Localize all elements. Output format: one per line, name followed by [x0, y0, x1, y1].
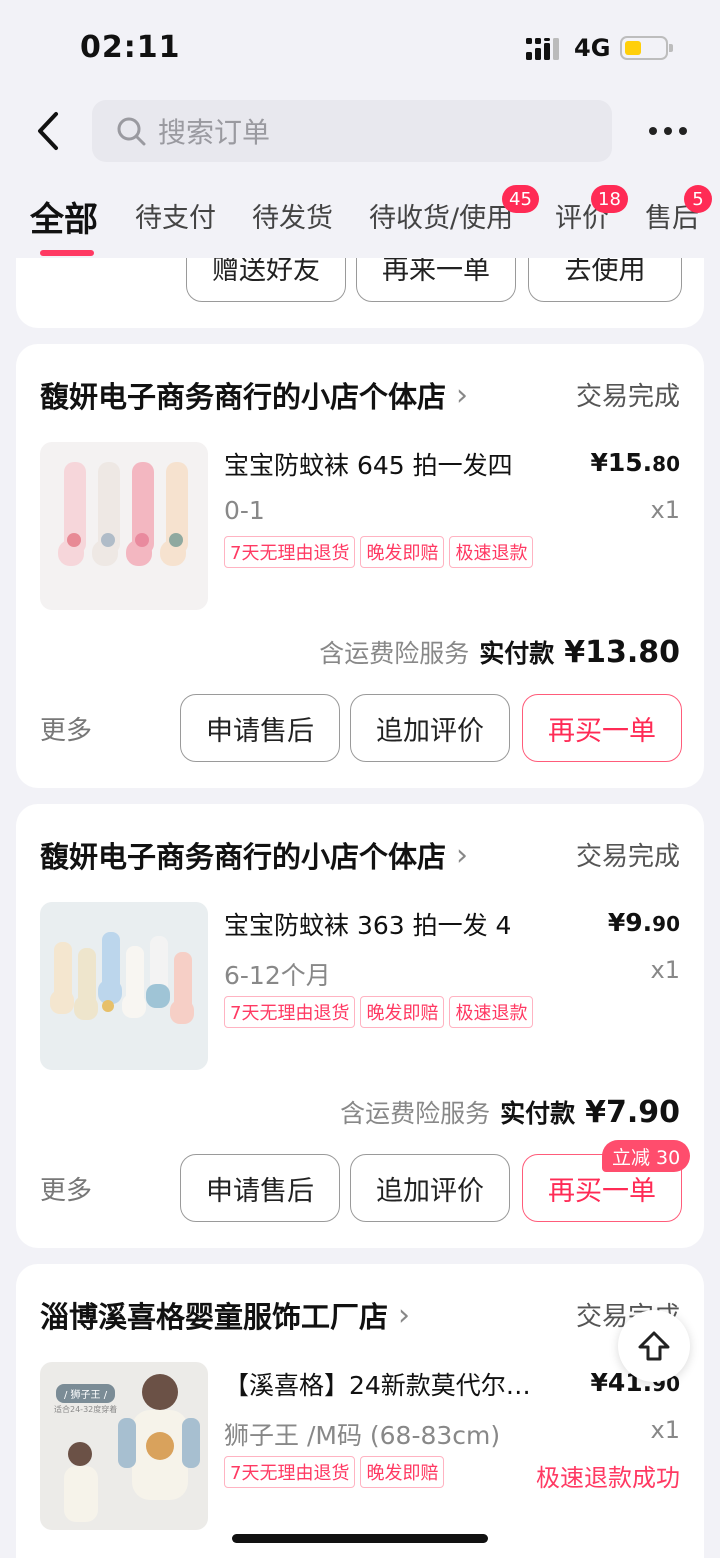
status-bar: 02:11 4G — [0, 0, 720, 96]
product-price: ¥9.90 — [608, 908, 680, 937]
paid-amount: ¥7.90 — [585, 1095, 680, 1130]
tag-fast-refund: 极速退款 — [449, 536, 534, 568]
after-sales-button[interactable]: 申请售后 — [180, 694, 340, 762]
chevron-right-icon: › — [398, 1297, 411, 1333]
order-total: 含运费险服务 实付款 ¥13.80 — [319, 634, 680, 670]
product-title[interactable]: 宝宝防蚊袜 363 拍一发 4 — [224, 906, 511, 942]
order-card: 淄博溪喜格婴童服饰工厂店 › 交易完成 / 狮子王 / 适合24-32度穿着 【溪… — [16, 1264, 704, 1558]
order-card-partial: 赠送好友 再来一单 去使用 — [16, 258, 704, 328]
product-title[interactable]: 宝宝防蚊袜 645 拍一发四 — [224, 446, 513, 482]
paid-label: 实付款 — [479, 639, 555, 668]
tag-late-compensation: 晚发即赔 — [360, 1456, 445, 1488]
order-status: 交易完成 — [575, 382, 680, 412]
back-button[interactable] — [26, 106, 70, 156]
network-type: 4G — [574, 34, 611, 62]
service-tags: 7天无理由退货 晚发即赔 极速退款 — [224, 996, 534, 1028]
product-spec: 6-12个月 — [224, 961, 331, 990]
tag-late-compensation: 晚发即赔 — [360, 536, 445, 568]
order-status: 交易完成 — [575, 842, 680, 872]
service-tags: 7天无理由退货 晚发即赔 — [224, 1456, 445, 1488]
top-bar: 搜索订单 — [0, 96, 720, 166]
tag-fast-refund: 极速退款 — [449, 996, 534, 1028]
tab-all[interactable]: 全部 — [30, 192, 98, 241]
discount-badge: 立减 30 — [602, 1140, 691, 1172]
buy-again-button[interactable]: 再买一单 — [522, 694, 682, 762]
shipping-insurance: 含运费险服务 — [340, 1099, 491, 1128]
go-use-button[interactable]: 去使用 — [528, 258, 682, 302]
tab-badge-review: 18 — [591, 185, 628, 213]
active-tab-indicator — [40, 250, 94, 256]
service-tags: 7天无理由退货 晚发即赔 极速退款 — [224, 536, 534, 568]
product-image[interactable]: / 狮子王 / 适合24-32度穿着 — [40, 1362, 208, 1530]
search-icon — [117, 117, 146, 146]
shop-name-link[interactable]: 馥妍电子商务商行的小店个体店 › — [40, 834, 468, 876]
product-qty: x1 — [650, 1416, 680, 1444]
chevron-right-icon: › — [456, 837, 469, 873]
price-cents: 80 — [652, 452, 680, 476]
battery-icon — [620, 36, 673, 60]
price-cents: 90 — [652, 912, 680, 936]
shop-name: 馥妍电子商务商行的小店个体店 — [40, 840, 447, 874]
add-review-button[interactable]: 追加评价 — [350, 1154, 510, 1222]
refund-status: 极速退款成功 — [536, 1464, 680, 1492]
signal-icon — [526, 38, 559, 60]
after-sales-button[interactable]: 申请售后 — [180, 1154, 340, 1222]
tag-7-day-return: 7天无理由退货 — [224, 1456, 356, 1488]
paid-label: 实付款 — [500, 1099, 576, 1128]
tab-pending-payment[interactable]: 待支付 — [135, 196, 216, 235]
tab-badge-pending-receipt: 45 — [502, 185, 539, 213]
reorder-button[interactable]: 再来一单 — [356, 258, 516, 302]
chevron-right-icon: › — [456, 377, 469, 413]
shop-name-link[interactable]: 淄博溪喜格婴童服饰工厂店 › — [40, 1294, 410, 1336]
more-icon[interactable] — [644, 106, 692, 156]
thumb-sub: 适合24-32度穿着 — [54, 1405, 118, 1414]
more-link[interactable]: 更多 — [40, 1170, 92, 1207]
product-image[interactable] — [40, 442, 208, 610]
shop-name-link[interactable]: 馥妍电子商务商行的小店个体店 › — [40, 374, 468, 416]
product-image[interactable] — [40, 902, 208, 1070]
status-time: 02:11 — [80, 30, 181, 65]
search-input[interactable]: 搜索订单 — [92, 100, 612, 162]
socks-image — [40, 902, 208, 1070]
price-main: ¥15. — [590, 448, 653, 477]
shipping-insurance: 含运费险服务 — [319, 639, 470, 668]
order-card: 馥妍电子商务商行的小店个体店 › 交易完成 宝宝防蚊袜 363 拍一发 4 6-1… — [16, 804, 704, 1248]
price-main: ¥9. — [607, 908, 653, 937]
product-spec: 0-1 — [224, 496, 265, 525]
order-total: 含运费险服务 实付款 ¥7.90 — [340, 1094, 680, 1130]
tag-7-day-return: 7天无理由退货 — [224, 996, 356, 1028]
back-to-top-button[interactable] — [618, 1310, 690, 1382]
tab-badge-after-sales: 5 — [684, 185, 712, 213]
tab-pending-receipt[interactable]: 待收货/使用 — [369, 196, 513, 235]
paid-amount: ¥13.80 — [564, 635, 680, 670]
product-price: ¥15.80 — [590, 448, 680, 477]
tag-late-compensation: 晚发即赔 — [360, 996, 445, 1028]
order-card: 馥妍电子商务商行的小店个体店 › 交易完成 宝宝防蚊袜 645 拍一发四 0-1 … — [16, 344, 704, 788]
tab-pending-shipment[interactable]: 待发货 — [252, 196, 333, 235]
shop-name: 淄博溪喜格婴童服饰工厂店 — [40, 1300, 389, 1334]
product-qty: x1 — [650, 956, 680, 984]
gift-friend-button[interactable]: 赠送好友 — [186, 258, 346, 302]
arrow-up-icon — [638, 1331, 670, 1361]
add-review-button[interactable]: 追加评价 — [350, 694, 510, 762]
product-title[interactable]: 【溪喜格】24新款莫代尔… — [224, 1366, 531, 1402]
socks-image — [40, 442, 208, 610]
home-indicator — [232, 1534, 488, 1543]
product-qty: x1 — [650, 496, 680, 524]
search-placeholder: 搜索订单 — [158, 116, 271, 149]
order-tabs: 全部 待支付 待发货 待收货/使用 评价 售后 45 18 5 — [0, 180, 720, 258]
more-link[interactable]: 更多 — [40, 710, 92, 747]
thumb-label: / 狮子王 / — [56, 1384, 116, 1403]
chevron-left-icon — [38, 112, 58, 150]
shop-name: 馥妍电子商务商行的小店个体店 — [40, 380, 447, 414]
product-spec: 狮子王 /M码 (68-83cm) — [224, 1421, 501, 1450]
tag-7-day-return: 7天无理由退货 — [224, 536, 356, 568]
